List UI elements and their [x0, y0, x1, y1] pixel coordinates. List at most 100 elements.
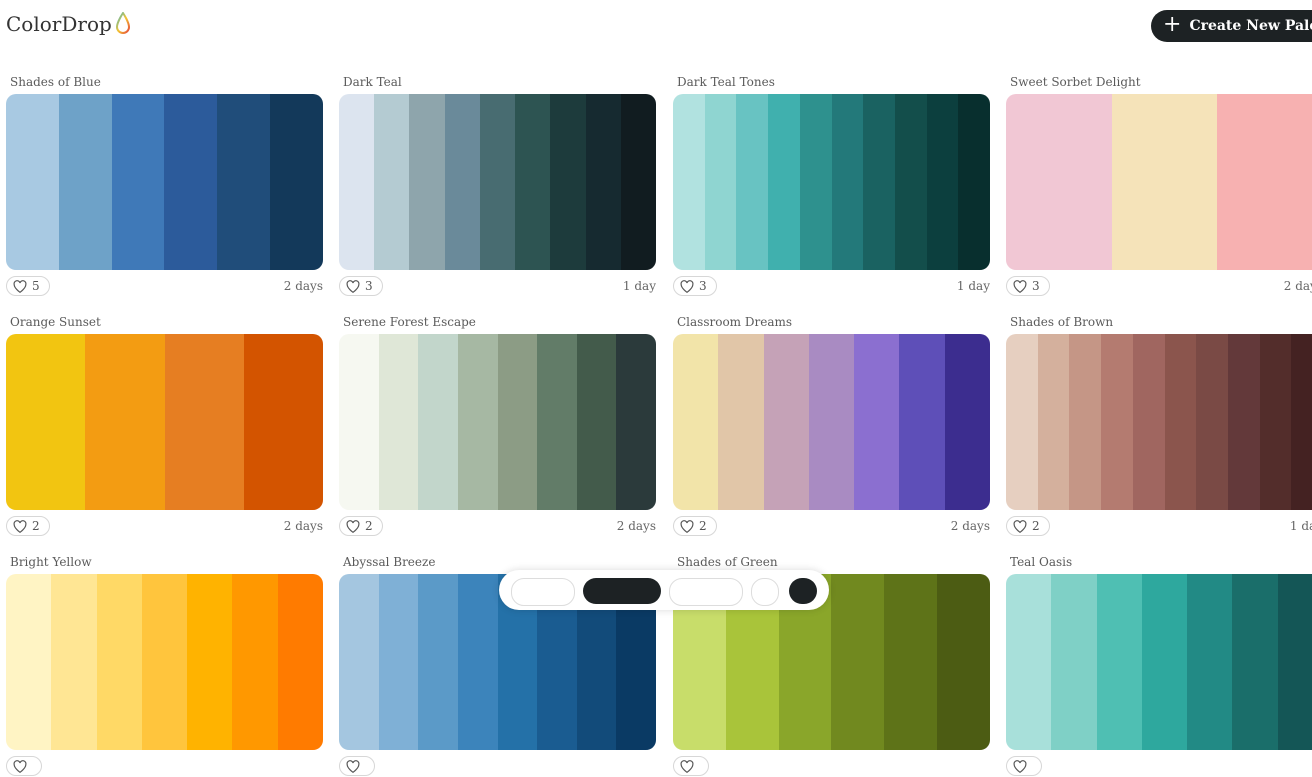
color-swatch[interactable] — [1196, 334, 1228, 510]
color-swatch[interactable] — [51, 574, 97, 750]
color-swatch[interactable] — [704, 94, 737, 270]
palette-card[interactable]: Dark Teal 3 1 day — [339, 75, 656, 297]
like-button[interactable]: 2 — [6, 516, 50, 536]
palette-card[interactable]: Orange Sunset 2 2 days — [6, 315, 323, 537]
palette-swatches[interactable] — [339, 94, 656, 270]
color-swatch[interactable] — [1259, 334, 1292, 510]
color-swatch[interactable] — [1227, 334, 1260, 510]
color-swatch[interactable] — [6, 94, 59, 270]
palette-title[interactable]: Orange Sunset — [6, 315, 323, 329]
like-button[interactable]: 5 — [6, 276, 50, 296]
color-swatch[interactable] — [243, 334, 323, 510]
palette-title[interactable]: Bright Yellow — [6, 555, 323, 569]
color-swatch[interactable] — [944, 334, 990, 510]
color-swatch[interactable] — [894, 94, 927, 270]
like-button[interactable] — [673, 756, 709, 776]
color-swatch[interactable] — [457, 574, 498, 750]
like-button[interactable]: 3 — [339, 276, 383, 296]
color-swatch[interactable] — [187, 574, 233, 750]
palette-card[interactable]: Shades of Blue 5 2 days — [6, 75, 323, 297]
toolbar-button-active[interactable] — [583, 578, 661, 604]
color-swatch[interactable] — [232, 574, 278, 750]
app-logo[interactable]: ColorDrop — [6, 12, 131, 36]
palette-card[interactable]: Shades of Brown 2 1 day — [1006, 315, 1312, 537]
color-swatch[interactable] — [1051, 574, 1097, 750]
palette-card[interactable]: Sweet Sorbet Delight 3 2 days — [1006, 75, 1312, 297]
color-swatch[interactable] — [58, 94, 112, 270]
palette-swatches[interactable] — [673, 94, 990, 270]
palette-title[interactable]: Shades of Green — [673, 555, 990, 569]
like-button[interactable]: 2 — [339, 516, 383, 536]
color-swatch[interactable] — [409, 94, 445, 270]
color-swatch[interactable] — [1006, 574, 1052, 750]
palette-title[interactable]: Shades of Brown — [1006, 315, 1312, 329]
color-swatch[interactable] — [616, 334, 656, 510]
palette-title[interactable]: Abyssal Breeze — [339, 555, 656, 569]
color-swatch[interactable] — [884, 574, 938, 750]
toolbar-round-button[interactable] — [789, 578, 817, 604]
palette-card[interactable]: Dark Teal Tones 3 1 day — [673, 75, 990, 297]
palette-swatches[interactable] — [1006, 334, 1312, 510]
color-swatch[interactable] — [1069, 334, 1102, 510]
color-swatch[interactable] — [958, 94, 990, 270]
toolbar-icon-button[interactable] — [751, 578, 779, 606]
color-swatch[interactable] — [497, 334, 538, 510]
color-swatch[interactable] — [277, 574, 323, 750]
like-button[interactable]: 3 — [673, 276, 717, 296]
color-swatch[interactable] — [831, 574, 885, 750]
like-button[interactable]: 2 — [1006, 516, 1050, 536]
create-new-palette-button[interactable]: + Create New Palette — [1151, 10, 1312, 42]
color-swatch[interactable] — [736, 94, 769, 270]
color-swatch[interactable] — [1164, 334, 1197, 510]
palette-card[interactable]: Classroom Dreams 2 2 days — [673, 315, 990, 537]
color-swatch[interactable] — [378, 574, 419, 750]
color-swatch[interactable] — [718, 334, 764, 510]
color-swatch[interactable] — [444, 94, 480, 270]
color-swatch[interactable] — [1291, 334, 1312, 510]
palette-swatches[interactable] — [6, 574, 323, 750]
toolbar-button-1[interactable] — [511, 578, 575, 606]
color-swatch[interactable] — [270, 94, 323, 270]
color-swatch[interactable] — [217, 94, 271, 270]
color-swatch[interactable] — [550, 94, 586, 270]
color-swatch[interactable] — [1006, 334, 1038, 510]
color-swatch[interactable] — [111, 94, 165, 270]
color-swatch[interactable] — [1101, 334, 1133, 510]
color-swatch[interactable] — [479, 94, 516, 270]
color-swatch[interactable] — [374, 94, 410, 270]
color-swatch[interactable] — [799, 94, 832, 270]
palette-title[interactable]: Classroom Dreams — [673, 315, 990, 329]
palette-swatches[interactable] — [1006, 574, 1312, 750]
color-swatch[interactable] — [673, 94, 705, 270]
color-swatch[interactable] — [141, 574, 188, 750]
color-swatch[interactable] — [1232, 574, 1278, 750]
palette-swatches[interactable] — [673, 334, 990, 510]
color-swatch[interactable] — [673, 334, 719, 510]
color-swatch[interactable] — [96, 574, 142, 750]
color-swatch[interactable] — [899, 334, 945, 510]
color-swatch[interactable] — [6, 334, 86, 510]
color-swatch[interactable] — [763, 334, 809, 510]
toolbar-button-2[interactable] — [669, 578, 743, 606]
color-swatch[interactable] — [1141, 574, 1188, 750]
color-swatch[interactable] — [768, 94, 800, 270]
color-swatch[interactable] — [620, 94, 656, 270]
color-swatch[interactable] — [1217, 94, 1312, 270]
palette-card[interactable]: Bright Yellow — [6, 555, 323, 777]
color-swatch[interactable] — [831, 94, 864, 270]
palette-title[interactable]: Sweet Sorbet Delight — [1006, 75, 1312, 89]
color-swatch[interactable] — [339, 94, 375, 270]
color-swatch[interactable] — [1132, 334, 1165, 510]
color-swatch[interactable] — [863, 94, 895, 270]
palette-title[interactable]: Shades of Blue — [6, 75, 323, 89]
color-swatch[interactable] — [808, 334, 855, 510]
color-swatch[interactable] — [164, 94, 218, 270]
color-swatch[interactable] — [537, 334, 577, 510]
color-swatch[interactable] — [926, 94, 959, 270]
palette-title[interactable]: Dark Teal — [339, 75, 656, 89]
color-swatch[interactable] — [85, 334, 165, 510]
color-swatch[interactable] — [515, 94, 551, 270]
color-swatch[interactable] — [585, 94, 621, 270]
color-swatch[interactable] — [1277, 574, 1312, 750]
color-swatch[interactable] — [339, 574, 379, 750]
